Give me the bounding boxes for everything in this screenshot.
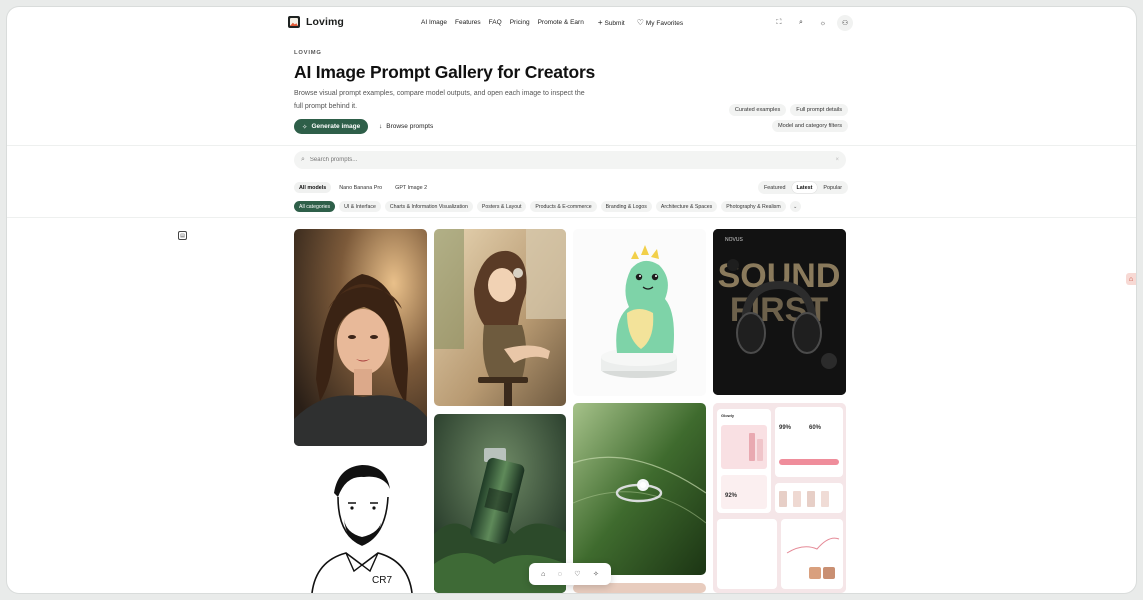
- feature-chip: Curated examples: [728, 104, 787, 116]
- category-photography[interactable]: Photography & Realism: [721, 201, 786, 212]
- hero-subtitle: Browse visual prompt examples, compare m…: [294, 90, 585, 110]
- line-art-portrait-image: CR7: [294, 453, 427, 593]
- floating-dock: ⌂ ◌ ♡ ✧: [529, 563, 611, 585]
- gallery-card[interactable]: CR7: [294, 453, 427, 593]
- hero-eyebrow: LOVIMG: [294, 50, 322, 56]
- plus-icon: +: [597, 18, 603, 27]
- card-caption: CR7: [372, 575, 392, 586]
- section-divider: [7, 145, 1136, 146]
- model-filter-all[interactable]: All models: [294, 182, 332, 193]
- diamond-ring-image: [573, 403, 706, 575]
- nav-item-faq[interactable]: FAQ: [489, 19, 502, 26]
- ui-stat-2: 60%: [809, 425, 822, 431]
- top-navigation: Lovimg AI Image Features FAQ Pricing Pro…: [7, 7, 1136, 39]
- gallery-card[interactable]: Glowly 92% 99% 60%: [713, 403, 846, 593]
- sparkle-icon[interactable]: ✧: [593, 570, 599, 578]
- category-architecture[interactable]: Architecture & Spaces: [655, 201, 718, 212]
- model-filter-nano-banana[interactable]: Nano Banana Pro: [334, 182, 387, 193]
- generate-image-button[interactable]: ✧ Generate image: [294, 119, 369, 134]
- category-all[interactable]: All categories: [294, 201, 336, 212]
- nav-item-pricing[interactable]: Pricing: [510, 19, 530, 26]
- main-nav: AI Image Features FAQ Pricing Promote & …: [421, 18, 683, 27]
- category-filters: All categories UI & Interface Charts & I…: [294, 201, 801, 212]
- browse-prompts-label: Browse prompts: [386, 123, 434, 130]
- portrait-woman-image: [294, 229, 427, 446]
- skincare-ui-image: Glowly 92% 99% 60%: [713, 403, 846, 593]
- header-actions: ⛶ ⌕ ☼ ⚇: [771, 15, 853, 31]
- ui-stat-1: 99%: [779, 425, 792, 431]
- generate-image-label: Generate image: [311, 123, 361, 130]
- headphones-poster-image: NOVUS SOUND FIRST: [713, 229, 846, 395]
- gallery-card[interactable]: [573, 403, 706, 575]
- clear-icon[interactable]: ×: [835, 157, 839, 163]
- logo-icon: [288, 16, 300, 28]
- user-icon[interactable]: ⚇: [837, 15, 853, 31]
- model-filter-gpt-image[interactable]: GPT Image 2: [390, 182, 432, 193]
- ui-brand: Glowly: [721, 413, 735, 418]
- gallery-card[interactable]: [573, 229, 706, 396]
- submit-label: Submit: [604, 20, 625, 27]
- favorites-label: My Favorites: [645, 20, 684, 27]
- sort-latest[interactable]: Latest: [791, 182, 818, 193]
- search-bar[interactable]: ⌕ ×: [294, 151, 846, 169]
- sort-popular[interactable]: Popular: [818, 182, 847, 193]
- ui-stat-3: 92%: [725, 493, 738, 499]
- lock-icon[interactable]: ⌂: [1126, 273, 1136, 285]
- category-posters[interactable]: Posters & Layout: [476, 201, 527, 212]
- category-branding[interactable]: Branding & Logos: [600, 201, 652, 212]
- layout-toggle-icon[interactable]: ▤: [178, 231, 187, 240]
- home-icon[interactable]: ⌂: [541, 571, 545, 578]
- section-divider: [7, 217, 1136, 218]
- feature-chips: Curated examples Full prompt details Mod…: [728, 104, 848, 132]
- model-filters: All models Nano Banana Pro GPT Image 2: [294, 182, 432, 193]
- gallery-card[interactable]: [434, 229, 566, 406]
- page-title: AI Image Prompt Gallery for Creators: [294, 62, 596, 82]
- category-charts[interactable]: Charts & Information Visualization: [384, 201, 473, 212]
- feature-chip: Model and category filters: [771, 120, 848, 132]
- category-products[interactable]: Products & E-commerce: [530, 201, 597, 212]
- chevron-down-icon[interactable]: ⌄: [789, 201, 801, 212]
- brand-name: Lovimg: [306, 16, 344, 28]
- dino-figurine-image: [573, 229, 706, 396]
- nav-item-features[interactable]: Features: [455, 19, 481, 26]
- poster-brand: NOVUS: [725, 237, 743, 243]
- sort-featured[interactable]: Featured: [759, 182, 791, 193]
- nav-item-promote[interactable]: Promote & Earn: [538, 19, 584, 26]
- arrow-down-icon: ↓: [379, 123, 383, 130]
- brand-logo[interactable]: Lovimg: [288, 16, 344, 28]
- search-icon: ⌕: [301, 156, 305, 163]
- search-icon[interactable]: ⌕: [793, 15, 809, 31]
- feature-chip: Full prompt details: [790, 104, 848, 116]
- fullscreen-icon[interactable]: ⛶: [771, 15, 787, 31]
- gallery-card[interactable]: [294, 229, 427, 446]
- search-input[interactable]: [309, 157, 810, 163]
- heart-icon: ♡: [636, 18, 644, 27]
- favorites-link[interactable]: ♡ My Favorites: [637, 18, 683, 27]
- gallery-card[interactable]: NOVUS SOUND FIRST: [713, 229, 846, 395]
- sparkle-icon: ✧: [302, 123, 308, 131]
- browser-window: Lovimg AI Image Features FAQ Pricing Pro…: [7, 7, 1136, 593]
- theme-icon[interactable]: ☼: [815, 15, 831, 31]
- submit-link[interactable]: + Submit: [598, 18, 625, 27]
- heart-icon[interactable]: ♡: [574, 570, 580, 578]
- browse-prompts-button[interactable]: ↓ Browse prompts: [379, 119, 433, 134]
- sort-toggle: Featured Latest Popular: [757, 181, 848, 194]
- anime-girl-cafe-image: [434, 229, 566, 406]
- category-ui[interactable]: UI & Interface: [339, 201, 381, 212]
- nav-item-ai-image[interactable]: AI Image: [421, 19, 447, 26]
- chat-icon[interactable]: ◌: [558, 571, 562, 578]
